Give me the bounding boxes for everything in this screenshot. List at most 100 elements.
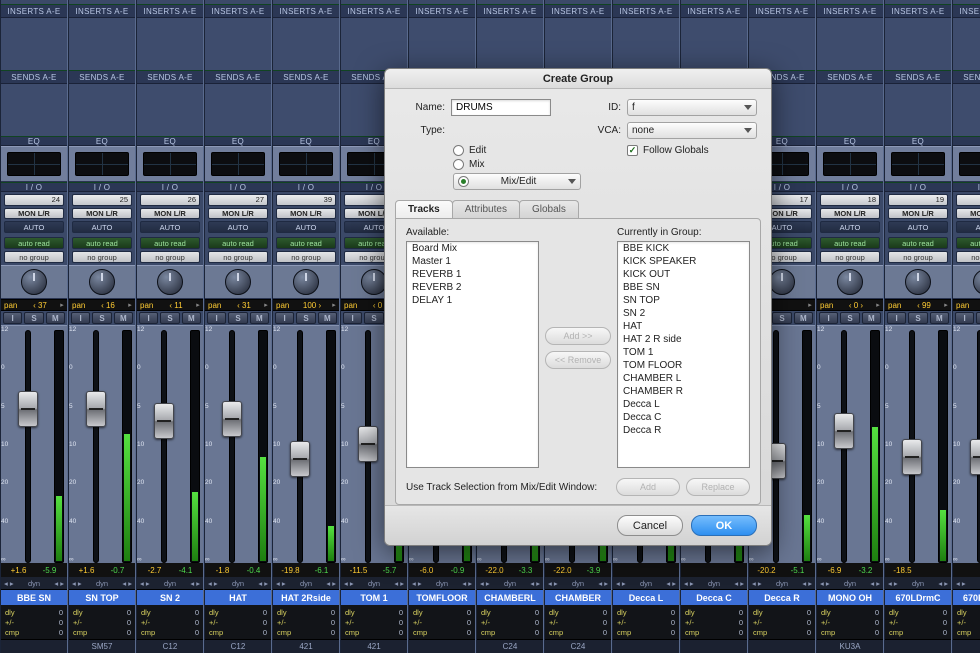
eq-graph[interactable]: [959, 152, 980, 176]
input-chip[interactable]: 25: [72, 194, 132, 206]
m-button[interactable]: M: [182, 312, 201, 324]
track-name[interactable]: TOM 1: [341, 589, 407, 605]
automation-mode[interactable]: auto read: [888, 237, 948, 249]
ok-button[interactable]: OK: [691, 515, 757, 536]
i-button[interactable]: I: [275, 312, 294, 324]
sends-slots[interactable]: [885, 84, 951, 136]
m-button[interactable]: M: [46, 312, 65, 324]
inserts-slots[interactable]: [69, 18, 135, 70]
sends-slots[interactable]: [817, 84, 883, 136]
auto-chip[interactable]: AUTO: [956, 221, 980, 233]
list-item[interactable]: Master 1: [407, 255, 538, 268]
s-button[interactable]: S: [976, 312, 980, 324]
inserts-slots[interactable]: [341, 18, 407, 70]
track-name[interactable]: HAT: [205, 589, 271, 605]
inserts-slots[interactable]: [953, 18, 980, 70]
use-add-button[interactable]: Add: [616, 478, 680, 496]
s-button[interactable]: S: [908, 312, 927, 324]
fader-cap[interactable]: [222, 401, 242, 437]
fader-cap[interactable]: [86, 391, 106, 427]
list-item[interactable]: TOM 1: [618, 346, 749, 359]
list-item[interactable]: BBE SN: [618, 281, 749, 294]
i-button[interactable]: I: [139, 312, 158, 324]
tab-attributes[interactable]: Attributes: [452, 200, 520, 218]
m-button[interactable]: M: [862, 312, 881, 324]
list-item[interactable]: HAT 2 R side: [618, 333, 749, 346]
m-button[interactable]: M: [114, 312, 133, 324]
inserts-slots[interactable]: [1, 18, 67, 70]
i-button[interactable]: I: [3, 312, 22, 324]
inserts-slots[interactable]: [817, 18, 883, 70]
sends-slots[interactable]: [205, 84, 271, 136]
sends-slots[interactable]: [273, 84, 339, 136]
auto-chip[interactable]: AUTO: [4, 221, 64, 233]
output-chip[interactable]: MON L/R: [956, 208, 980, 220]
i-button[interactable]: I: [207, 312, 226, 324]
output-chip[interactable]: MON L/R: [888, 208, 948, 220]
sends-slots[interactable]: [1, 84, 67, 136]
inserts-slots[interactable]: [273, 18, 339, 70]
automation-mode[interactable]: auto read: [956, 237, 980, 249]
group-chip[interactable]: no group: [956, 251, 980, 263]
input-chip[interactable]: 26: [140, 194, 200, 206]
list-item[interactable]: SN TOP: [618, 294, 749, 307]
list-item[interactable]: Decca L: [618, 398, 749, 411]
output-chip[interactable]: MON L/R: [208, 208, 268, 220]
automation-mode[interactable]: auto read: [276, 237, 336, 249]
track-name[interactable]: 670RDrmC: [953, 589, 980, 605]
auto-chip[interactable]: AUTO: [820, 221, 880, 233]
group-chip[interactable]: no group: [72, 251, 132, 263]
track-name[interactable]: BBE SN: [1, 589, 67, 605]
automation-mode[interactable]: auto read: [140, 237, 200, 249]
available-listbox[interactable]: Board MixMaster 1REVERB 1REVERB 2DELAY 1: [406, 241, 539, 468]
type-radio-edit[interactable]: Edit: [453, 145, 581, 156]
pan-knob[interactable]: [905, 269, 931, 295]
output-chip[interactable]: MON L/R: [72, 208, 132, 220]
track-name[interactable]: 670LDrmC: [885, 589, 951, 605]
eq-graph[interactable]: [823, 152, 877, 176]
fader-slot[interactable]: [297, 330, 303, 563]
inserts-slots[interactable]: [885, 18, 951, 70]
cancel-button[interactable]: Cancel: [617, 515, 683, 536]
fader-cap[interactable]: [834, 413, 854, 449]
auto-chip[interactable]: AUTO: [208, 221, 268, 233]
inserts-slots[interactable]: [613, 18, 679, 70]
fader-slot[interactable]: [161, 330, 167, 563]
sends-slots[interactable]: [953, 84, 980, 136]
in-group-listbox[interactable]: BBE KICKKICK SPEAKERKICK OUTBBE SNSN TOP…: [617, 241, 750, 468]
automation-mode[interactable]: auto read: [820, 237, 880, 249]
inserts-slots[interactable]: [477, 18, 543, 70]
fader-cap[interactable]: [902, 439, 922, 475]
s-button[interactable]: S: [296, 312, 315, 324]
fader-cap[interactable]: [290, 441, 310, 477]
inserts-slots[interactable]: [409, 18, 475, 70]
i-button[interactable]: I: [71, 312, 90, 324]
list-item[interactable]: SN 2: [618, 307, 749, 320]
fader-slot[interactable]: [841, 330, 847, 563]
group-chip[interactable]: no group: [4, 251, 64, 263]
m-button[interactable]: M: [794, 312, 813, 324]
group-chip[interactable]: no group: [276, 251, 336, 263]
inserts-slots[interactable]: [205, 18, 271, 70]
auto-chip[interactable]: AUTO: [140, 221, 200, 233]
automation-mode[interactable]: auto read: [72, 237, 132, 249]
type-radio-mix[interactable]: Mix: [453, 159, 581, 170]
output-chip[interactable]: MON L/R: [276, 208, 336, 220]
use-replace-button[interactable]: Replace: [686, 478, 750, 496]
sends-slots[interactable]: [137, 84, 203, 136]
pan-knob[interactable]: [225, 269, 251, 295]
s-button[interactable]: S: [772, 312, 791, 324]
list-item[interactable]: TOM FLOOR: [618, 359, 749, 372]
sends-slots[interactable]: [69, 84, 135, 136]
list-item[interactable]: Decca C: [618, 411, 749, 424]
list-item[interactable]: DELAY 1: [407, 294, 538, 307]
pan-knob[interactable]: [21, 269, 47, 295]
input-chip[interactable]: 18: [820, 194, 880, 206]
pan-knob[interactable]: [837, 269, 863, 295]
list-item[interactable]: KICK OUT: [618, 268, 749, 281]
list-item[interactable]: REVERB 2: [407, 281, 538, 294]
group-chip[interactable]: no group: [208, 251, 268, 263]
i-button[interactable]: I: [887, 312, 906, 324]
list-item[interactable]: Decca R: [618, 424, 749, 437]
list-item[interactable]: CHAMBER L: [618, 372, 749, 385]
